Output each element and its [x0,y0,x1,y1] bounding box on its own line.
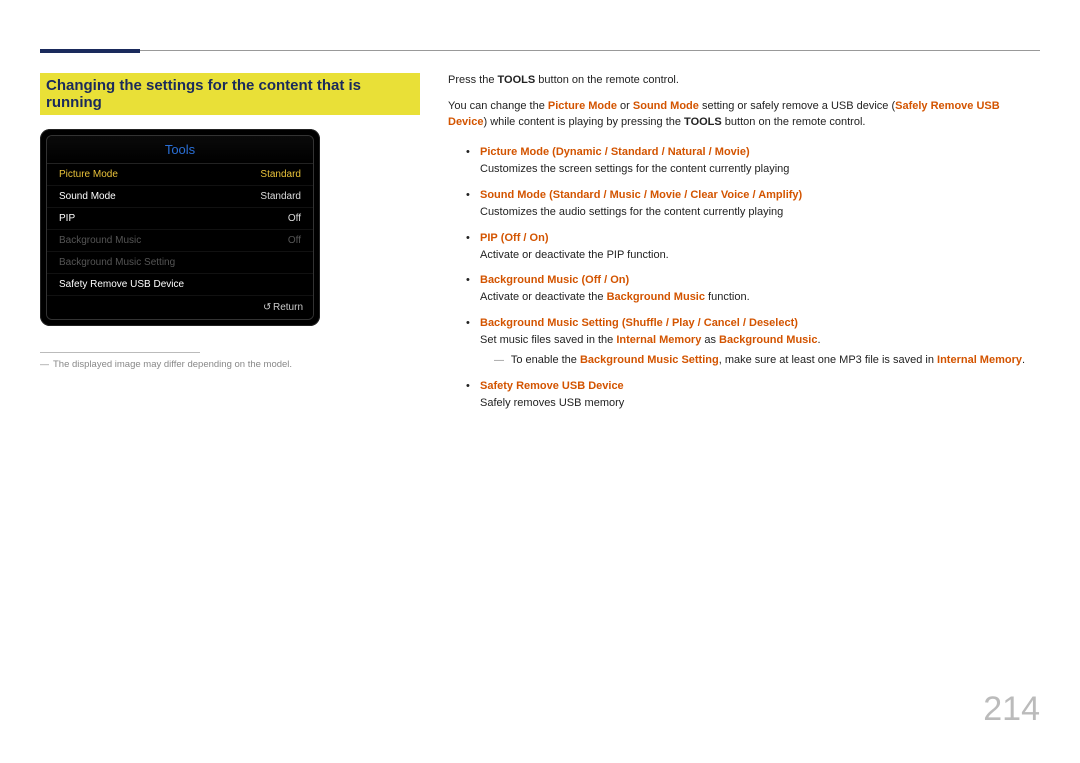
menu-label: Background Music Setting [59,257,175,268]
tools-footer: ↻Return [47,296,313,319]
bullet-background-music-setting: Background Music Setting (Shuffle / Play… [466,316,1040,369]
menu-row-background-music-setting: Background Music Setting [47,252,313,274]
return-icon: ↻ [263,302,271,313]
intro-line-1: Press the TOOLS button on the remote con… [448,73,1040,89]
menu-value: Standard [260,191,301,202]
tools-header: Tools [47,136,313,164]
menu-label: Picture Mode [59,169,118,180]
bullet-pip: PIP (Off / On) Activate or deactivate th… [466,231,1040,264]
bullet-safety-remove: Safety Remove USB Device Safely removes … [466,379,1040,412]
tools-menu: Picture Mode Standard Sound Mode Standar… [47,164,313,296]
footnote-rule [40,352,200,353]
menu-row-picture-mode[interactable]: Picture Mode Standard [47,164,313,186]
model-footnote: The displayed image may differ depending… [40,359,420,370]
page-number: 214 [983,690,1040,729]
menu-label: PIP [59,213,75,224]
menu-value: Off [288,213,301,224]
menu-label: Safety Remove USB Device [59,279,184,290]
top-rule [40,50,1040,51]
bullet-picture-mode: Picture Mode (Dynamic / Standard / Natur… [466,145,1040,178]
bullet-background-music: Background Music (Off / On) Activate or … [466,273,1040,306]
bgms-subnote: To enable the Background Music Setting, … [494,353,1040,369]
device-tools-panel: Tools Picture Mode Standard Sound Mode S… [40,129,320,326]
menu-row-safety-remove[interactable]: Safety Remove USB Device [47,274,313,296]
bullet-sound-mode: Sound Mode (Standard / Music / Movie / C… [466,188,1040,221]
menu-row-sound-mode[interactable]: Sound Mode Standard [47,186,313,208]
menu-label: Sound Mode [59,191,116,202]
menu-value: Standard [260,169,301,180]
menu-label: Background Music [59,235,141,246]
menu-row-pip[interactable]: PIP Off [47,208,313,230]
section-title: Changing the settings for the content th… [40,73,420,115]
menu-value: Off [288,235,301,246]
menu-row-background-music: Background Music Off [47,230,313,252]
intro-line-2: You can change the Picture Mode or Sound… [448,99,1040,131]
return-label: Return [273,302,303,313]
